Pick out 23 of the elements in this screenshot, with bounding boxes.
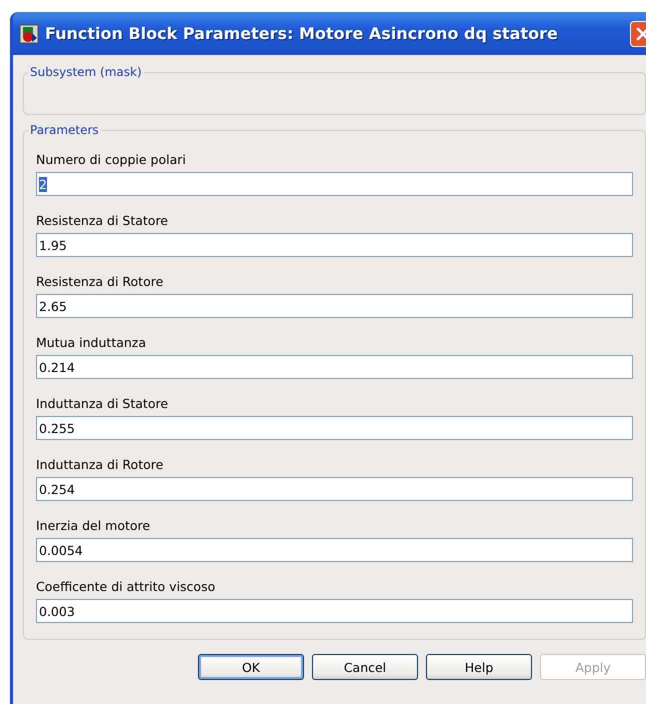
block-icon (19, 24, 39, 44)
input-field[interactable]: 0.214 (36, 355, 633, 379)
group-legend: Parameters (28, 123, 101, 137)
field-label: Resistenza di Statore (36, 212, 170, 230)
input-field[interactable]: 0.0054 (36, 538, 633, 562)
dialog-button[interactable]: Cancel (312, 654, 418, 680)
field-label: Numero di coppie polari (36, 151, 187, 169)
input-field[interactable]: 1.95 (36, 233, 633, 257)
window-title: Function Block Parameters: Motore Asincrono dq statore (45, 24, 558, 43)
field-label: Inerzia del motore (36, 517, 152, 535)
field-label: Coefficente di attrito viscoso (36, 578, 216, 596)
input-field[interactable]: 0.003 (36, 599, 633, 623)
field-label: Resistenza di Rotore (36, 273, 164, 291)
field-label: Mutua induttanza (36, 334, 148, 352)
dialog-button[interactable]: Help (426, 654, 532, 680)
group-legend: Subsystem (mask) (28, 65, 144, 79)
input-field[interactable]: 2 (36, 172, 633, 196)
input-field[interactable]: 2.65 (36, 294, 633, 318)
field-label: Induttanza di Rotore (36, 456, 164, 474)
field-label: Induttanza di Statore (36, 395, 170, 413)
dialog-button[interactable]: OK (198, 654, 304, 680)
input-field[interactable]: 0.254 (36, 477, 633, 501)
input-field[interactable]: 0.255 (36, 416, 633, 440)
